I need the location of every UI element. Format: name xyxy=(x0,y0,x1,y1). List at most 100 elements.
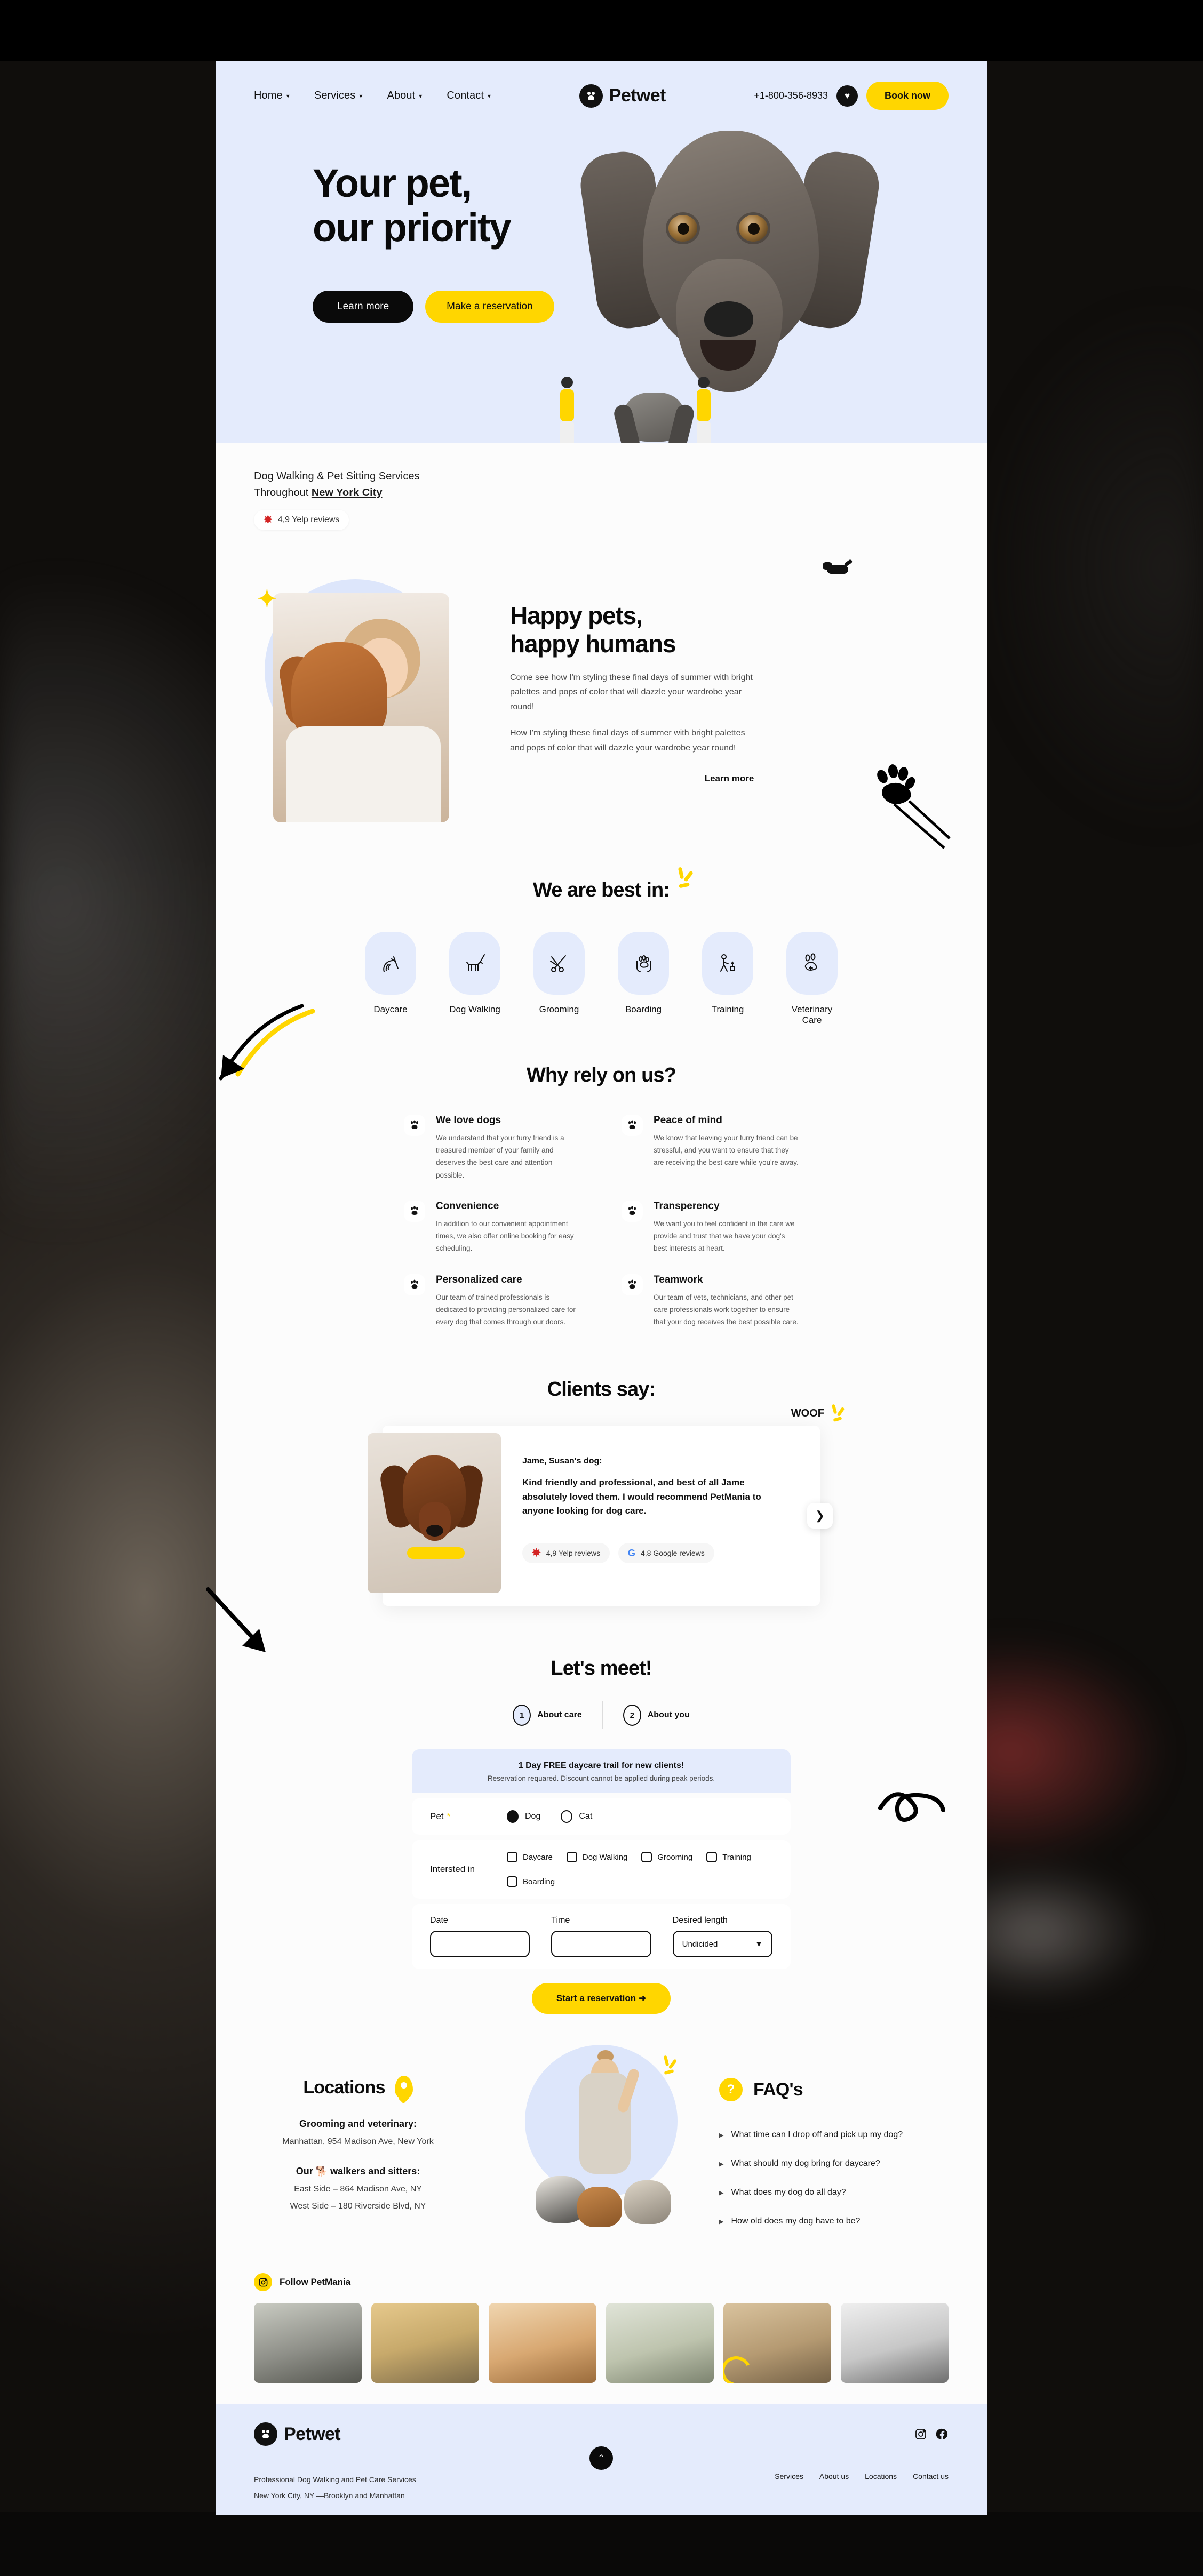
faq-item[interactable]: ▶ What should my dog bring for daycare? xyxy=(719,2149,949,2178)
instagram-thumb[interactable] xyxy=(841,2303,949,2383)
radio-button[interactable] xyxy=(507,1810,519,1823)
instagram-icon[interactable] xyxy=(914,2428,927,2441)
happy-pets-image: ✦ xyxy=(254,572,478,838)
instagram-thumb[interactable] xyxy=(489,2303,596,2383)
faq-item[interactable]: ▶ What time can I drop off and pick up m… xyxy=(719,2121,949,2149)
why-item: Peace of mind We know that leaving your f… xyxy=(622,1115,799,1181)
checkbox[interactable] xyxy=(566,1852,577,1863)
service-card-boarding[interactable]: Boarding xyxy=(614,932,673,1026)
facebook-icon[interactable] xyxy=(936,2428,949,2441)
service-area-city-link[interactable]: New York City xyxy=(312,487,383,499)
clients-title: Clients say: xyxy=(547,1378,656,1401)
yellow-squiggle-doodle xyxy=(723,2352,755,2383)
length-field-group: Desired length Undicided ▼ xyxy=(672,1916,772,1958)
date-label: Date xyxy=(430,1916,448,1925)
service-area-line1: Dog Walking & Pet Sitting Services xyxy=(254,470,420,482)
schedule-block: Date Time Desired length Undicided ▼ xyxy=(412,1904,791,1970)
why-item: We love dogs We understand that your furr… xyxy=(404,1115,581,1181)
happy-title-line2: happy humans xyxy=(510,630,676,658)
happy-pets-copy: Happy pets, happy humans Come see how I'… xyxy=(510,572,949,784)
checkbox[interactable] xyxy=(507,1852,517,1863)
locations-faq-section: Locations Grooming and veterinary: Manha… xyxy=(216,2030,987,2252)
paw-icon xyxy=(622,1274,643,1295)
header-phone[interactable]: +1-800-356-8933 xyxy=(754,90,828,101)
instagram-thumb[interactable] xyxy=(371,2303,479,2383)
hands-paw-icon xyxy=(618,932,669,995)
nav-item-home[interactable]: Home ▾ xyxy=(254,90,290,102)
happy-learn-more-link[interactable]: Learn more xyxy=(705,773,754,784)
checkbox[interactable] xyxy=(641,1852,652,1863)
checkbox[interactable] xyxy=(706,1852,718,1863)
checkbox-option-daycare[interactable]: Daycare xyxy=(507,1852,553,1863)
faq-item[interactable]: ▶ How old does my dog have to be? xyxy=(719,2207,949,2236)
nav-item-contact[interactable]: Contact ▾ xyxy=(447,90,491,102)
back-to-top-button[interactable]: ⌃ xyxy=(589,2446,613,2470)
instagram-heading[interactable]: Follow PetMania xyxy=(254,2273,949,2292)
step-about-care[interactable]: 1 About care xyxy=(492,1705,602,1726)
service-card-daycare[interactable]: Daycare xyxy=(361,932,420,1026)
instagram-thumb[interactable] xyxy=(606,2303,714,2383)
why-item: Teamwork Our team of vets, technicians, a… xyxy=(622,1274,799,1329)
radio-option-cat[interactable]: Cat xyxy=(561,1810,592,1823)
nav-label: Home xyxy=(254,90,283,101)
chevron-down-icon: ▼ xyxy=(755,1939,763,1949)
nav-links: Home ▾ Services ▾ About ▾ Contact ▾ xyxy=(254,90,491,102)
service-label: Training xyxy=(711,1004,744,1014)
instagram-thumb[interactable] xyxy=(254,2303,362,2383)
footer-link-locations[interactable]: Locations xyxy=(865,2472,897,2481)
book-now-button[interactable]: Book now xyxy=(866,82,949,110)
nav-item-about[interactable]: About ▾ xyxy=(387,90,423,102)
paw-plus-icon xyxy=(786,932,838,995)
yelp-rating-pill[interactable]: ✸ 4,9 Yelp reviews xyxy=(254,510,349,530)
testimonial-next-button[interactable]: ❯ xyxy=(807,1503,833,1529)
radio-option-dog[interactable]: Dog xyxy=(507,1810,540,1823)
heart-icon[interactable]: ♥ xyxy=(836,85,858,107)
footer-address: Professional Dog Walking and Pet Care Se… xyxy=(254,2472,416,2503)
footer-link-contact-us[interactable]: Contact us xyxy=(913,2472,949,2481)
service-card-training[interactable]: Training xyxy=(698,932,757,1026)
footer-link-about-us[interactable]: About us xyxy=(819,2472,849,2481)
checkbox-option-training[interactable]: Training xyxy=(706,1852,751,1863)
hero-title-line1: Your pet, xyxy=(313,161,472,205)
promo-title: 1 Day FREE daycare trail for new clients… xyxy=(518,1761,684,1771)
yelp-icon: ✸ xyxy=(532,1547,541,1559)
chevron-down-icon: ▾ xyxy=(488,92,491,100)
learn-more-button[interactable]: Learn more xyxy=(313,290,414,323)
yelp-rating-pill[interactable]: ✸ 4,9 Yelp reviews xyxy=(522,1543,610,1564)
faq-item[interactable]: ▶ What does my dog do all day? xyxy=(719,2178,949,2207)
google-rating-pill[interactable]: G 4,8 Google reviews xyxy=(618,1543,714,1564)
step-label: About you xyxy=(647,1710,690,1720)
trainer-with-dogs-photo xyxy=(513,2045,689,2237)
step-about-you[interactable]: 2 About you xyxy=(603,1705,710,1726)
service-card-grooming[interactable]: Grooming xyxy=(530,932,588,1026)
faq-question: How old does my dog have to be? xyxy=(731,2217,861,2226)
brand-logo[interactable]: Petwet xyxy=(579,84,666,108)
checkbox-option-grooming[interactable]: Grooming xyxy=(641,1852,692,1863)
make-reservation-button[interactable]: Make a reservation xyxy=(425,290,554,323)
footer-brand-logo[interactable]: Petwet xyxy=(254,2422,341,2446)
testimonial-card: WOOF Jame, Susan's dog: Kind friendly an… xyxy=(368,1404,845,1606)
hero-buttons: Learn more Make a reservation xyxy=(313,290,554,323)
start-reservation-button[interactable]: Start a reservation ➜ xyxy=(531,1983,671,2014)
date-input[interactable] xyxy=(430,1931,530,1958)
service-card-veterinary-care[interactable]: Veterinary Care xyxy=(783,932,841,1026)
footer-address-line1: Professional Dog Walking and Pet Care Se… xyxy=(254,2475,416,2484)
checkbox[interactable] xyxy=(507,1876,517,1887)
nav-item-services[interactable]: Services ▾ xyxy=(314,90,363,102)
hero-title-line2: our priority xyxy=(313,205,512,250)
service-card-dog-walking[interactable]: Dog Walking xyxy=(445,932,504,1026)
instagram-label: Follow PetMania xyxy=(280,2277,351,2287)
footer-link-services[interactable]: Services xyxy=(775,2472,803,2481)
checkbox-option-boarding[interactable]: Boarding xyxy=(507,1876,555,1887)
time-input[interactable] xyxy=(551,1931,651,1958)
faq-question: What time can I drop off and pick up my … xyxy=(731,2130,903,2140)
radio-label: Dog xyxy=(525,1812,541,1821)
radio-button[interactable] xyxy=(561,1810,573,1823)
instagram-thumb[interactable] xyxy=(723,2303,831,2383)
chevron-down-icon: ▾ xyxy=(286,92,290,100)
paw-icon xyxy=(622,1115,643,1136)
why-item: Transperency We want you to feel confiden… xyxy=(622,1200,799,1255)
desired-length-select[interactable]: Undicided ▼ xyxy=(672,1931,772,1958)
checkbox-option-dog-walking[interactable]: Dog Walking xyxy=(566,1852,627,1863)
why-heading: Personalized care xyxy=(436,1274,522,1285)
